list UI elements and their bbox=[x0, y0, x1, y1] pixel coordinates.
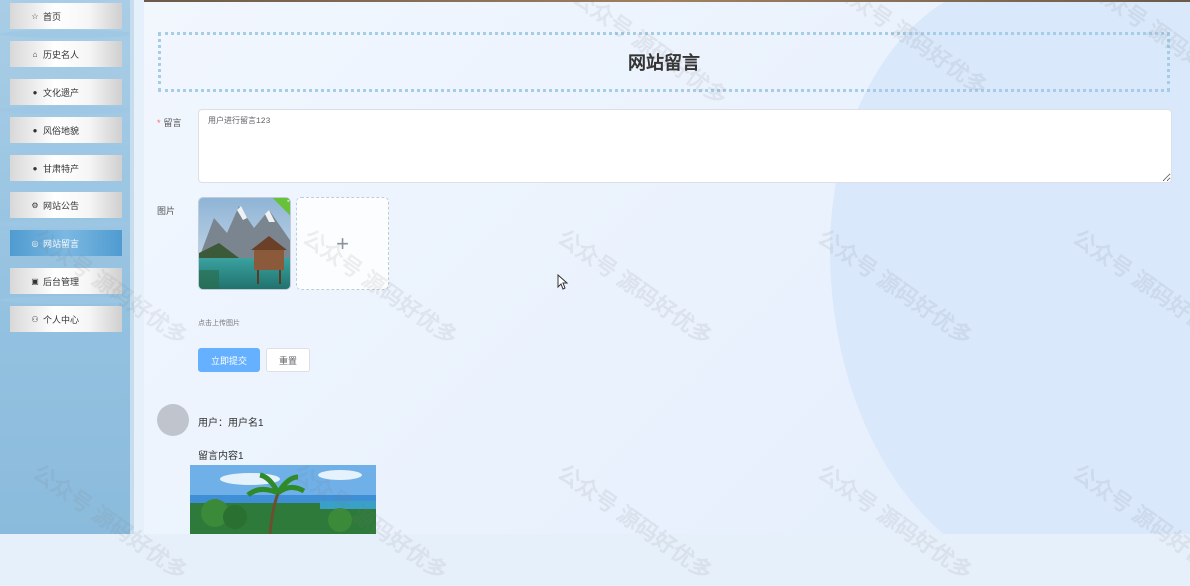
sidebar-item-home[interactable]: ☆ 首页 bbox=[10, 3, 122, 29]
check-icon: ✓ bbox=[286, 197, 291, 205]
reset-button[interactable]: 重置 bbox=[266, 348, 310, 372]
sidebar-item-label: 文化遗产 bbox=[43, 87, 80, 98]
nav-separator bbox=[0, 144, 134, 152]
nav-separator bbox=[0, 106, 134, 114]
nav-separator bbox=[0, 182, 134, 190]
sidebar-item-label: 个人中心 bbox=[43, 314, 80, 325]
star-icon: ☆ bbox=[31, 11, 39, 21]
user-icon: ⚇ bbox=[31, 314, 39, 324]
sidebar-item-profile[interactable]: ⚇ 个人中心 bbox=[10, 306, 122, 332]
mouse-cursor-icon bbox=[557, 274, 569, 290]
message-label-text: 留言 bbox=[163, 118, 182, 128]
sidebar-item-messages[interactable]: ◎ 网站留言 bbox=[10, 230, 122, 256]
sidebar-item-admin[interactable]: ▣ 后台管理 bbox=[10, 268, 122, 294]
uploaded-image-thumbnail[interactable]: ✓ bbox=[198, 197, 291, 290]
sidebar-item-label: 网站公告 bbox=[43, 200, 80, 211]
upload-add-button[interactable]: + bbox=[296, 197, 389, 290]
upload-hint: 点击上传图片 bbox=[198, 320, 240, 327]
box-icon: ▣ bbox=[31, 276, 39, 286]
sidebar-item-customs[interactable]: ● 风俗地貌 bbox=[10, 117, 122, 143]
image-field-label: 图片 bbox=[157, 206, 176, 216]
sidebar-item-label: 后台管理 bbox=[43, 276, 80, 287]
beach-palm-image bbox=[190, 465, 376, 534]
info-icon: ● bbox=[32, 87, 38, 97]
briefcase-icon: ⌂ bbox=[32, 49, 38, 59]
plus-icon: + bbox=[336, 230, 349, 256]
sidebar-item-label: 首页 bbox=[43, 11, 62, 22]
nav-separator bbox=[0, 296, 134, 304]
page-title: 网站留言 bbox=[158, 32, 1170, 92]
sidebar-item-label: 网站留言 bbox=[43, 238, 80, 249]
sidebar-item-heritage[interactable]: ● 文化遗产 bbox=[10, 79, 122, 105]
message-image[interactable] bbox=[190, 465, 376, 534]
sidebar-item-label: 风俗地貌 bbox=[43, 125, 80, 136]
message-user: 用户：用户名1 bbox=[198, 418, 264, 429]
question-icon: ● bbox=[32, 125, 38, 135]
message-textarea[interactable]: 用户进行留言123 bbox=[198, 109, 1172, 183]
gear-icon: ⚙ bbox=[31, 200, 39, 210]
lake-mountain-image bbox=[199, 198, 290, 289]
info-icon: ● bbox=[32, 163, 38, 173]
sidebar: ☆ 首页 ⌂ 历史名人 ● 文化遗产 ● 风俗地貌 ● 甘肃特产 ⚙ 网站公告 … bbox=[0, 0, 134, 534]
required-marker: * bbox=[157, 118, 161, 128]
nav-separator bbox=[0, 30, 134, 38]
sidebar-item-announcements[interactable]: ⚙ 网站公告 bbox=[10, 192, 122, 218]
sidebar-item-label: 历史名人 bbox=[43, 49, 80, 60]
nav-separator bbox=[0, 220, 134, 228]
sidebar-item-specialties[interactable]: ● 甘肃特产 bbox=[10, 155, 122, 181]
avatar bbox=[157, 404, 189, 436]
comment-icon: ◎ bbox=[31, 238, 39, 248]
banner-strip bbox=[144, 0, 1190, 2]
sidebar-item-label: 甘肃特产 bbox=[43, 163, 80, 174]
submit-button[interactable]: 立即提交 bbox=[198, 348, 260, 372]
page-title-text: 网站留言 bbox=[628, 53, 700, 73]
message-content: 留言内容1 bbox=[198, 451, 244, 462]
message-field-label: * 留言 bbox=[157, 116, 182, 129]
sidebar-item-celebrities[interactable]: ⌂ 历史名人 bbox=[10, 41, 122, 67]
main-content: 网站留言 * 留言 用户进行留言123 图片 ✓ + 点击上传图片 立即提交 重… bbox=[144, 0, 1190, 534]
